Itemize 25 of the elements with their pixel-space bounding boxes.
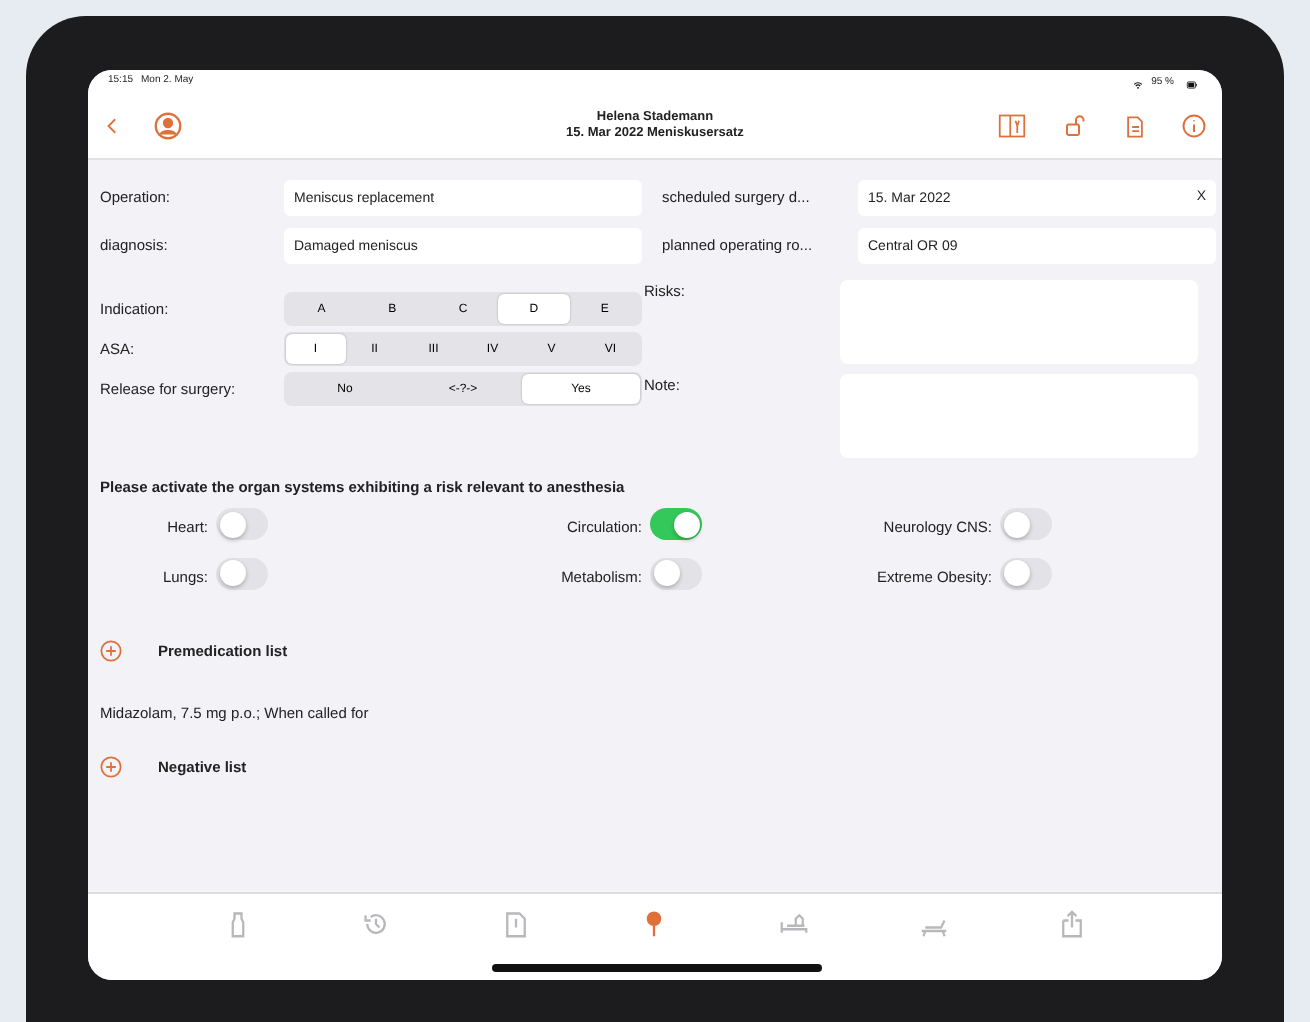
history-icon bbox=[362, 910, 391, 938]
plus-circle-icon[interactable] bbox=[100, 639, 122, 662]
toggle-switch[interactable] bbox=[216, 557, 268, 589]
document-icon bbox=[501, 910, 530, 938]
back-button[interactable] bbox=[104, 114, 122, 138]
info-icon[interactable] bbox=[1182, 114, 1206, 138]
export-icon bbox=[1058, 910, 1087, 938]
split-document-icon[interactable] bbox=[996, 112, 1028, 140]
toggle-switch[interactable] bbox=[650, 557, 702, 589]
plus-circle-icon[interactable] bbox=[100, 756, 122, 779]
tab-bar-item[interactable] bbox=[780, 910, 809, 938]
unlocked-padlock-icon[interactable] bbox=[1064, 114, 1088, 138]
person-icon[interactable] bbox=[154, 112, 182, 140]
document-icon[interactable] bbox=[1124, 113, 1146, 139]
toggle-switch[interactable] bbox=[216, 508, 268, 541]
bed-icon bbox=[780, 910, 809, 938]
tab-bar-item[interactable] bbox=[1058, 910, 1087, 938]
wifi-icon bbox=[1131, 79, 1144, 89]
toggle-switch[interactable] bbox=[1000, 557, 1052, 589]
tab-bar-item[interactable] bbox=[501, 910, 530, 938]
tab-bar-item[interactable] bbox=[362, 910, 391, 938]
toggle-switch[interactable] bbox=[650, 508, 702, 541]
toggle-switch[interactable] bbox=[1000, 508, 1052, 541]
battery-icon bbox=[1182, 79, 1202, 89]
chevron-left-icon bbox=[104, 114, 122, 138]
